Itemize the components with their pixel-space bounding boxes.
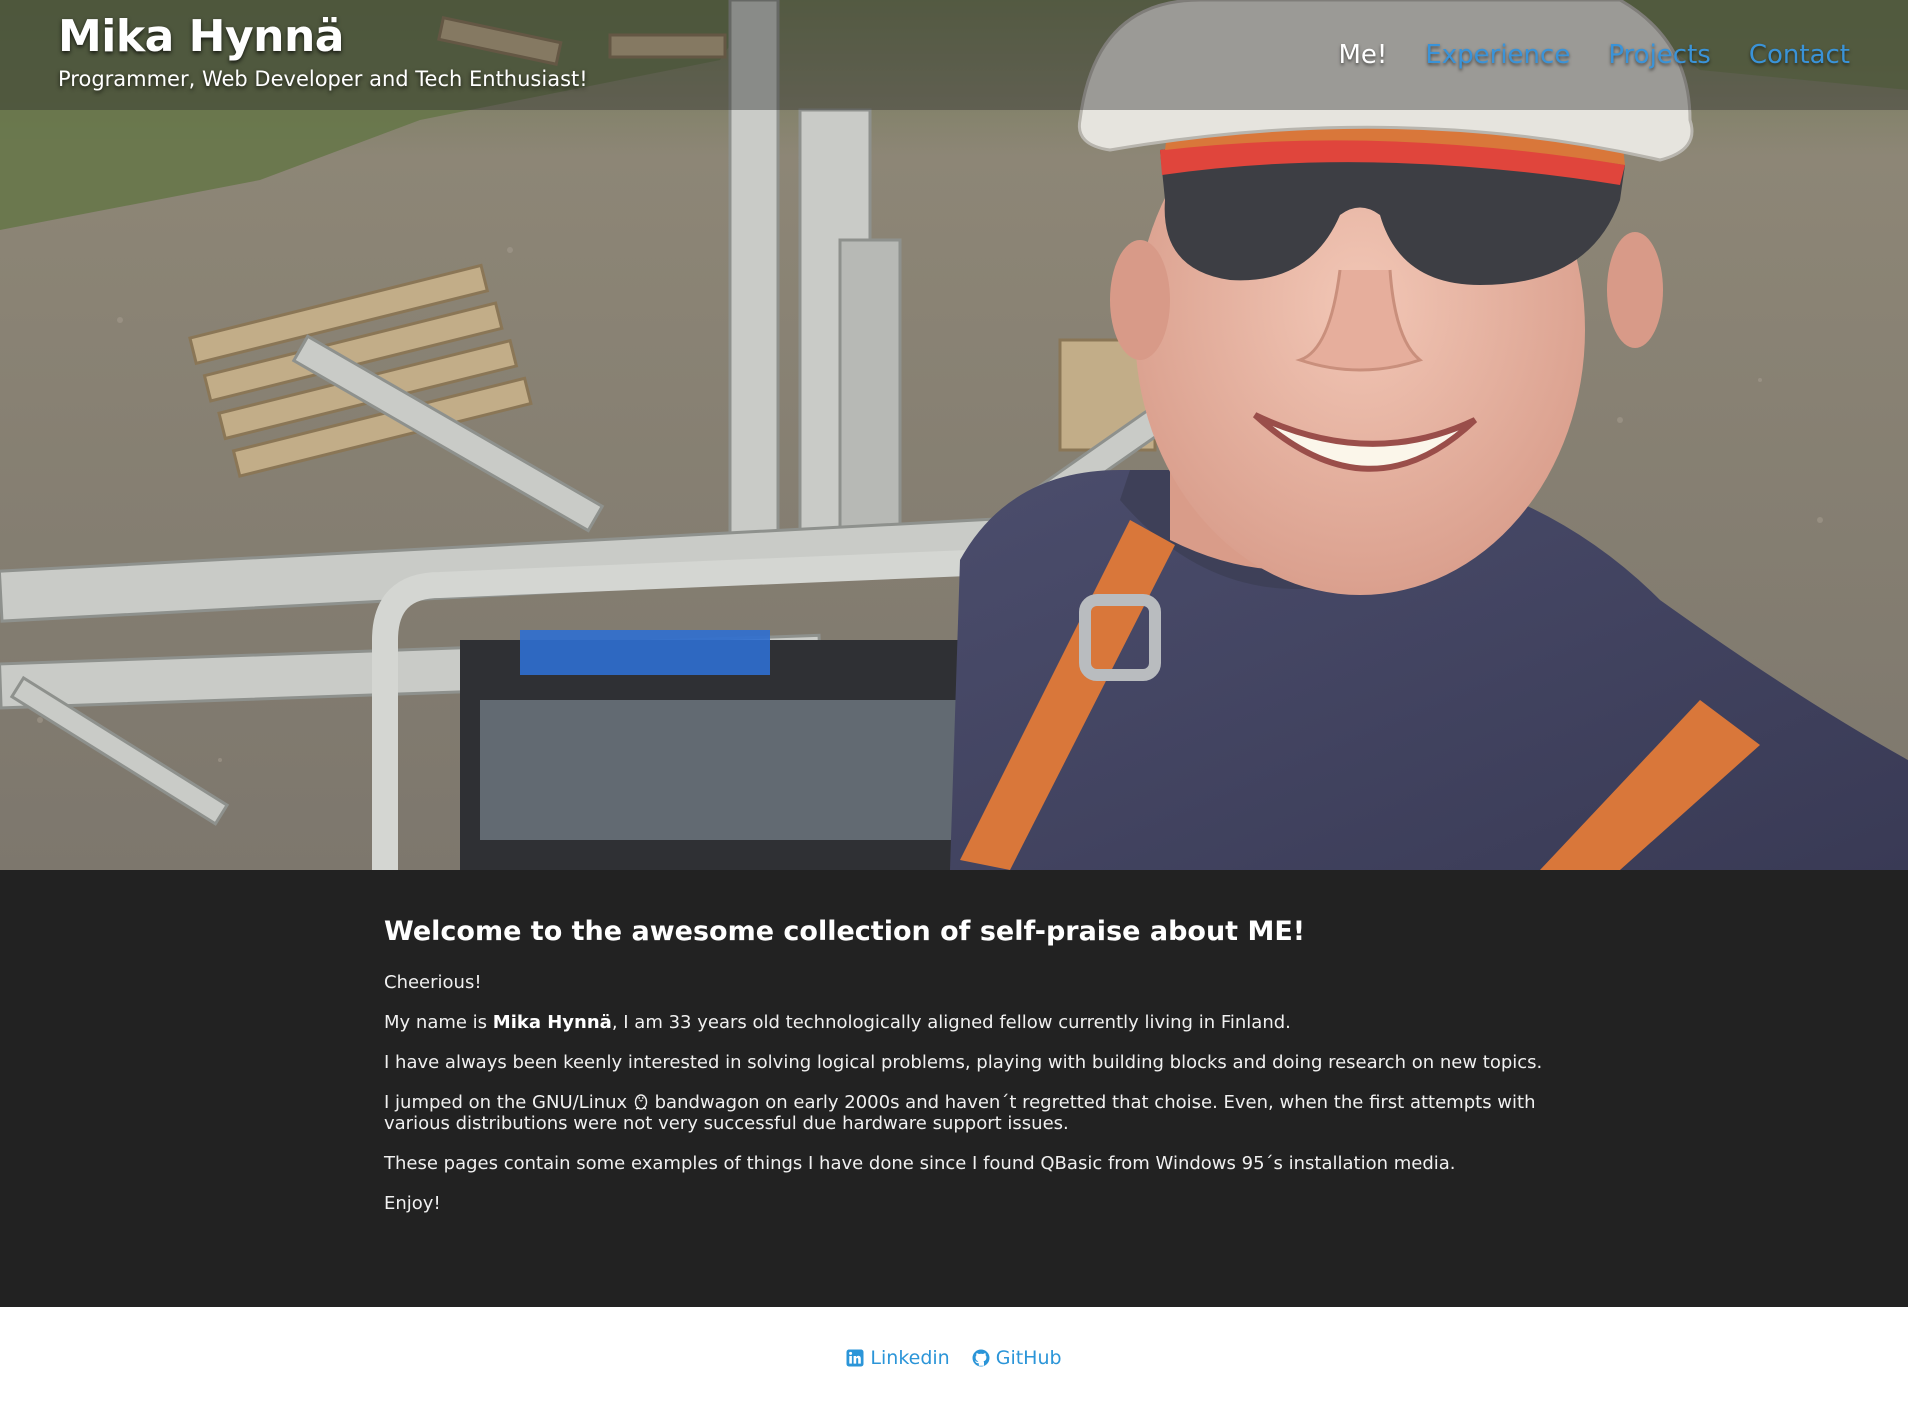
nav-link-contact[interactable]: Contact — [1749, 38, 1850, 72]
linkedin-link[interactable]: Linkedin — [846, 1347, 950, 1369]
linux-text-start: I jumped on the GNU/Linux — [384, 1092, 633, 1113]
linkedin-label: Linkedin — [870, 1347, 950, 1369]
github-icon — [972, 1349, 990, 1367]
header-bar: Mika Hynnä Programmer, Web Developer and… — [0, 0, 1908, 110]
site-title[interactable]: Mika Hynnä — [58, 10, 588, 64]
closing-paragraph: Enjoy! — [384, 1193, 441, 1214]
brand: Mika Hynnä Programmer, Web Developer and… — [58, 10, 588, 92]
tux-penguin-icon — [634, 1094, 648, 1110]
intro-text-start: My name is — [384, 1012, 493, 1033]
welcome-heading: Welcome to the awesome collection of sel… — [384, 916, 1306, 947]
main-section: Welcome to the awesome collection of sel… — [0, 870, 1908, 1307]
content-column: Welcome to the awesome collection of sel… — [384, 870, 1544, 1214]
site-tagline: Programmer, Web Developer and Tech Enthu… — [58, 67, 588, 91]
greeting-paragraph: Cheerious! — [384, 972, 482, 993]
intro-name: Mika Hynnä — [492, 1012, 612, 1033]
nav-link-experience[interactable]: Experience — [1425, 38, 1570, 72]
main-nav: Me! Experience Projects Contact — [1338, 38, 1850, 72]
nav-link-projects[interactable]: Projects — [1608, 38, 1711, 72]
hero-banner: Mika Hynnä Programmer, Web Developer and… — [0, 0, 1908, 870]
nav-link-me[interactable]: Me! — [1338, 38, 1387, 72]
hero-photo — [0, 0, 1908, 870]
intro-paragraph: My name is Mika Hynnä, I am 33 years old… — [384, 1012, 1544, 1033]
interests-paragraph: I have always been keenly interested in … — [384, 1052, 1543, 1073]
linux-paragraph: I jumped on the GNU/Linux bandwagon on e… — [384, 1092, 1544, 1134]
qbasic-paragraph: These pages contain some examples of thi… — [384, 1153, 1456, 1174]
intro-text-end: , I am 33 years old technologically alig… — [611, 1012, 1291, 1033]
linkedin-icon — [846, 1349, 864, 1367]
footer: Linkedin GitHub — [0, 1307, 1908, 1409]
github-link[interactable]: GitHub — [972, 1347, 1062, 1369]
github-label: GitHub — [995, 1347, 1062, 1369]
